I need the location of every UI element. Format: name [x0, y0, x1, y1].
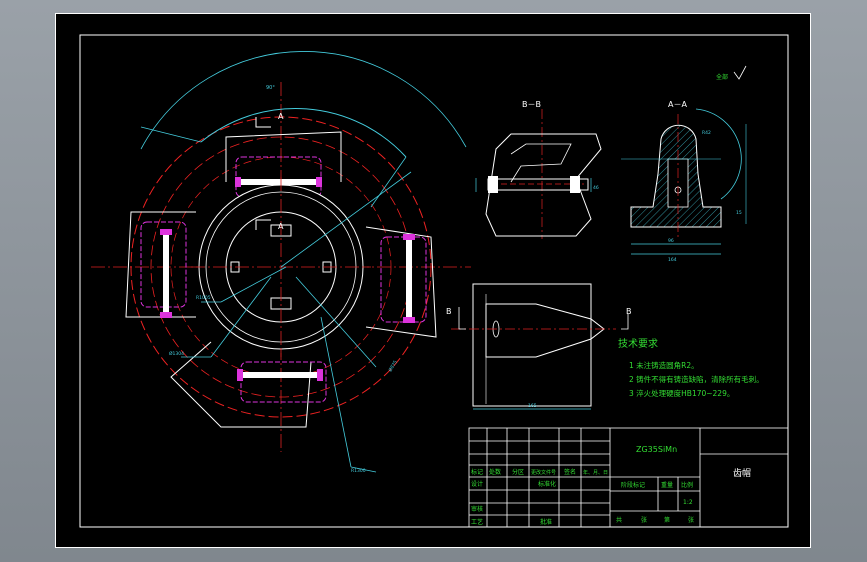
- tech-title: 技术要求: [618, 337, 658, 350]
- section-marker-mid: A: [278, 222, 284, 231]
- section-marker-b-left: B: [446, 307, 452, 316]
- tb-part-name: 齿帽: [733, 467, 751, 479]
- tb-h-doc: 更改文件号: [531, 469, 556, 476]
- technical-requirements: 技术要求 1 未注铸造圆角R2。 2 铸件不得有铸造缺陷，清除所有毛刺。 3 淬…: [618, 337, 764, 398]
- tb-scale-value: 1:2: [683, 499, 693, 506]
- tb-scale: 比例: [681, 481, 693, 489]
- tb-standardize: 标准化: [538, 480, 556, 488]
- dim-aa-base: 96: [668, 238, 674, 244]
- section-aa-view: A－A 96 164 R42 15 全部: [621, 65, 747, 263]
- drawing-sheet[interactable]: A A 90° R1005 Ø1304 Ø875 R1300 B－B 46 A－…: [55, 13, 811, 548]
- dim-aa-total: 164: [668, 257, 677, 263]
- plan-view: B B 165: [446, 283, 632, 410]
- tb-sheet-no: 第: [664, 516, 670, 524]
- cad-drawing: A A 90° R1005 Ø1304 Ø875 R1300 B－B 46 A－…: [79, 34, 789, 528]
- tb-h-date: 年、月、日: [583, 469, 608, 476]
- dim-aa-r: 15: [736, 210, 742, 216]
- tb-weight: 重量: [661, 481, 673, 489]
- title-block-text: ZG35SiMn 齿帽 标记 处数 分区 更改文件号 签名 年、月、日 设计 标…: [471, 445, 751, 526]
- tb-stage: 阶段标记: [621, 481, 645, 489]
- tb-design: 设计: [471, 480, 483, 488]
- dim-d-left: Ø1304: [169, 350, 184, 357]
- section-bb-label: B－B: [522, 100, 541, 109]
- section-bb-view: B－B 46: [475, 100, 602, 239]
- dim-bb-height: 46: [593, 185, 599, 191]
- tb-approve: 批准: [540, 518, 552, 526]
- tb-material: ZG35SiMn: [636, 445, 677, 454]
- tb-process: 工艺: [471, 518, 483, 526]
- section-aa-label: A－A: [668, 100, 687, 109]
- dim-bottom: R1300: [351, 468, 366, 474]
- tb-h-zone: 分区: [512, 468, 524, 476]
- section-marker-b-right: B: [626, 307, 632, 316]
- dim-r-left: R1005: [196, 295, 211, 301]
- tb-sheets: 共: [616, 516, 622, 524]
- tech-line-2: 2 铸件不得有铸造缺陷，清除所有毛刺。: [629, 374, 764, 384]
- tb-h-mark: 标记: [471, 468, 483, 476]
- dim-d-right: Ø875: [387, 359, 399, 373]
- section-marker-top: A: [278, 112, 284, 121]
- main-view: A A 90° R1005 Ø1304 Ø875 R1300: [91, 51, 471, 474]
- tb-h-sign: 签名: [564, 468, 576, 476]
- roughness-label: 全部: [716, 73, 728, 81]
- tb-h-count: 处数: [489, 468, 501, 476]
- dim-top-arc: 90°: [266, 85, 275, 91]
- tech-line-3: 3 淬火处理硬度HB170~229。: [629, 388, 734, 398]
- dim-aa-top: R42: [702, 130, 711, 136]
- tech-line-1: 1 未注铸造圆角R2。: [629, 360, 699, 370]
- tb-sheet-of: 张: [641, 516, 647, 524]
- dim-plan-width: 165: [528, 403, 537, 409]
- tb-sheet-no2: 张: [688, 516, 694, 524]
- cad-viewport[interactable]: A A 90° R1005 Ø1304 Ø875 R1300 B－B 46 A－…: [0, 0, 867, 562]
- tb-review: 审核: [471, 505, 483, 513]
